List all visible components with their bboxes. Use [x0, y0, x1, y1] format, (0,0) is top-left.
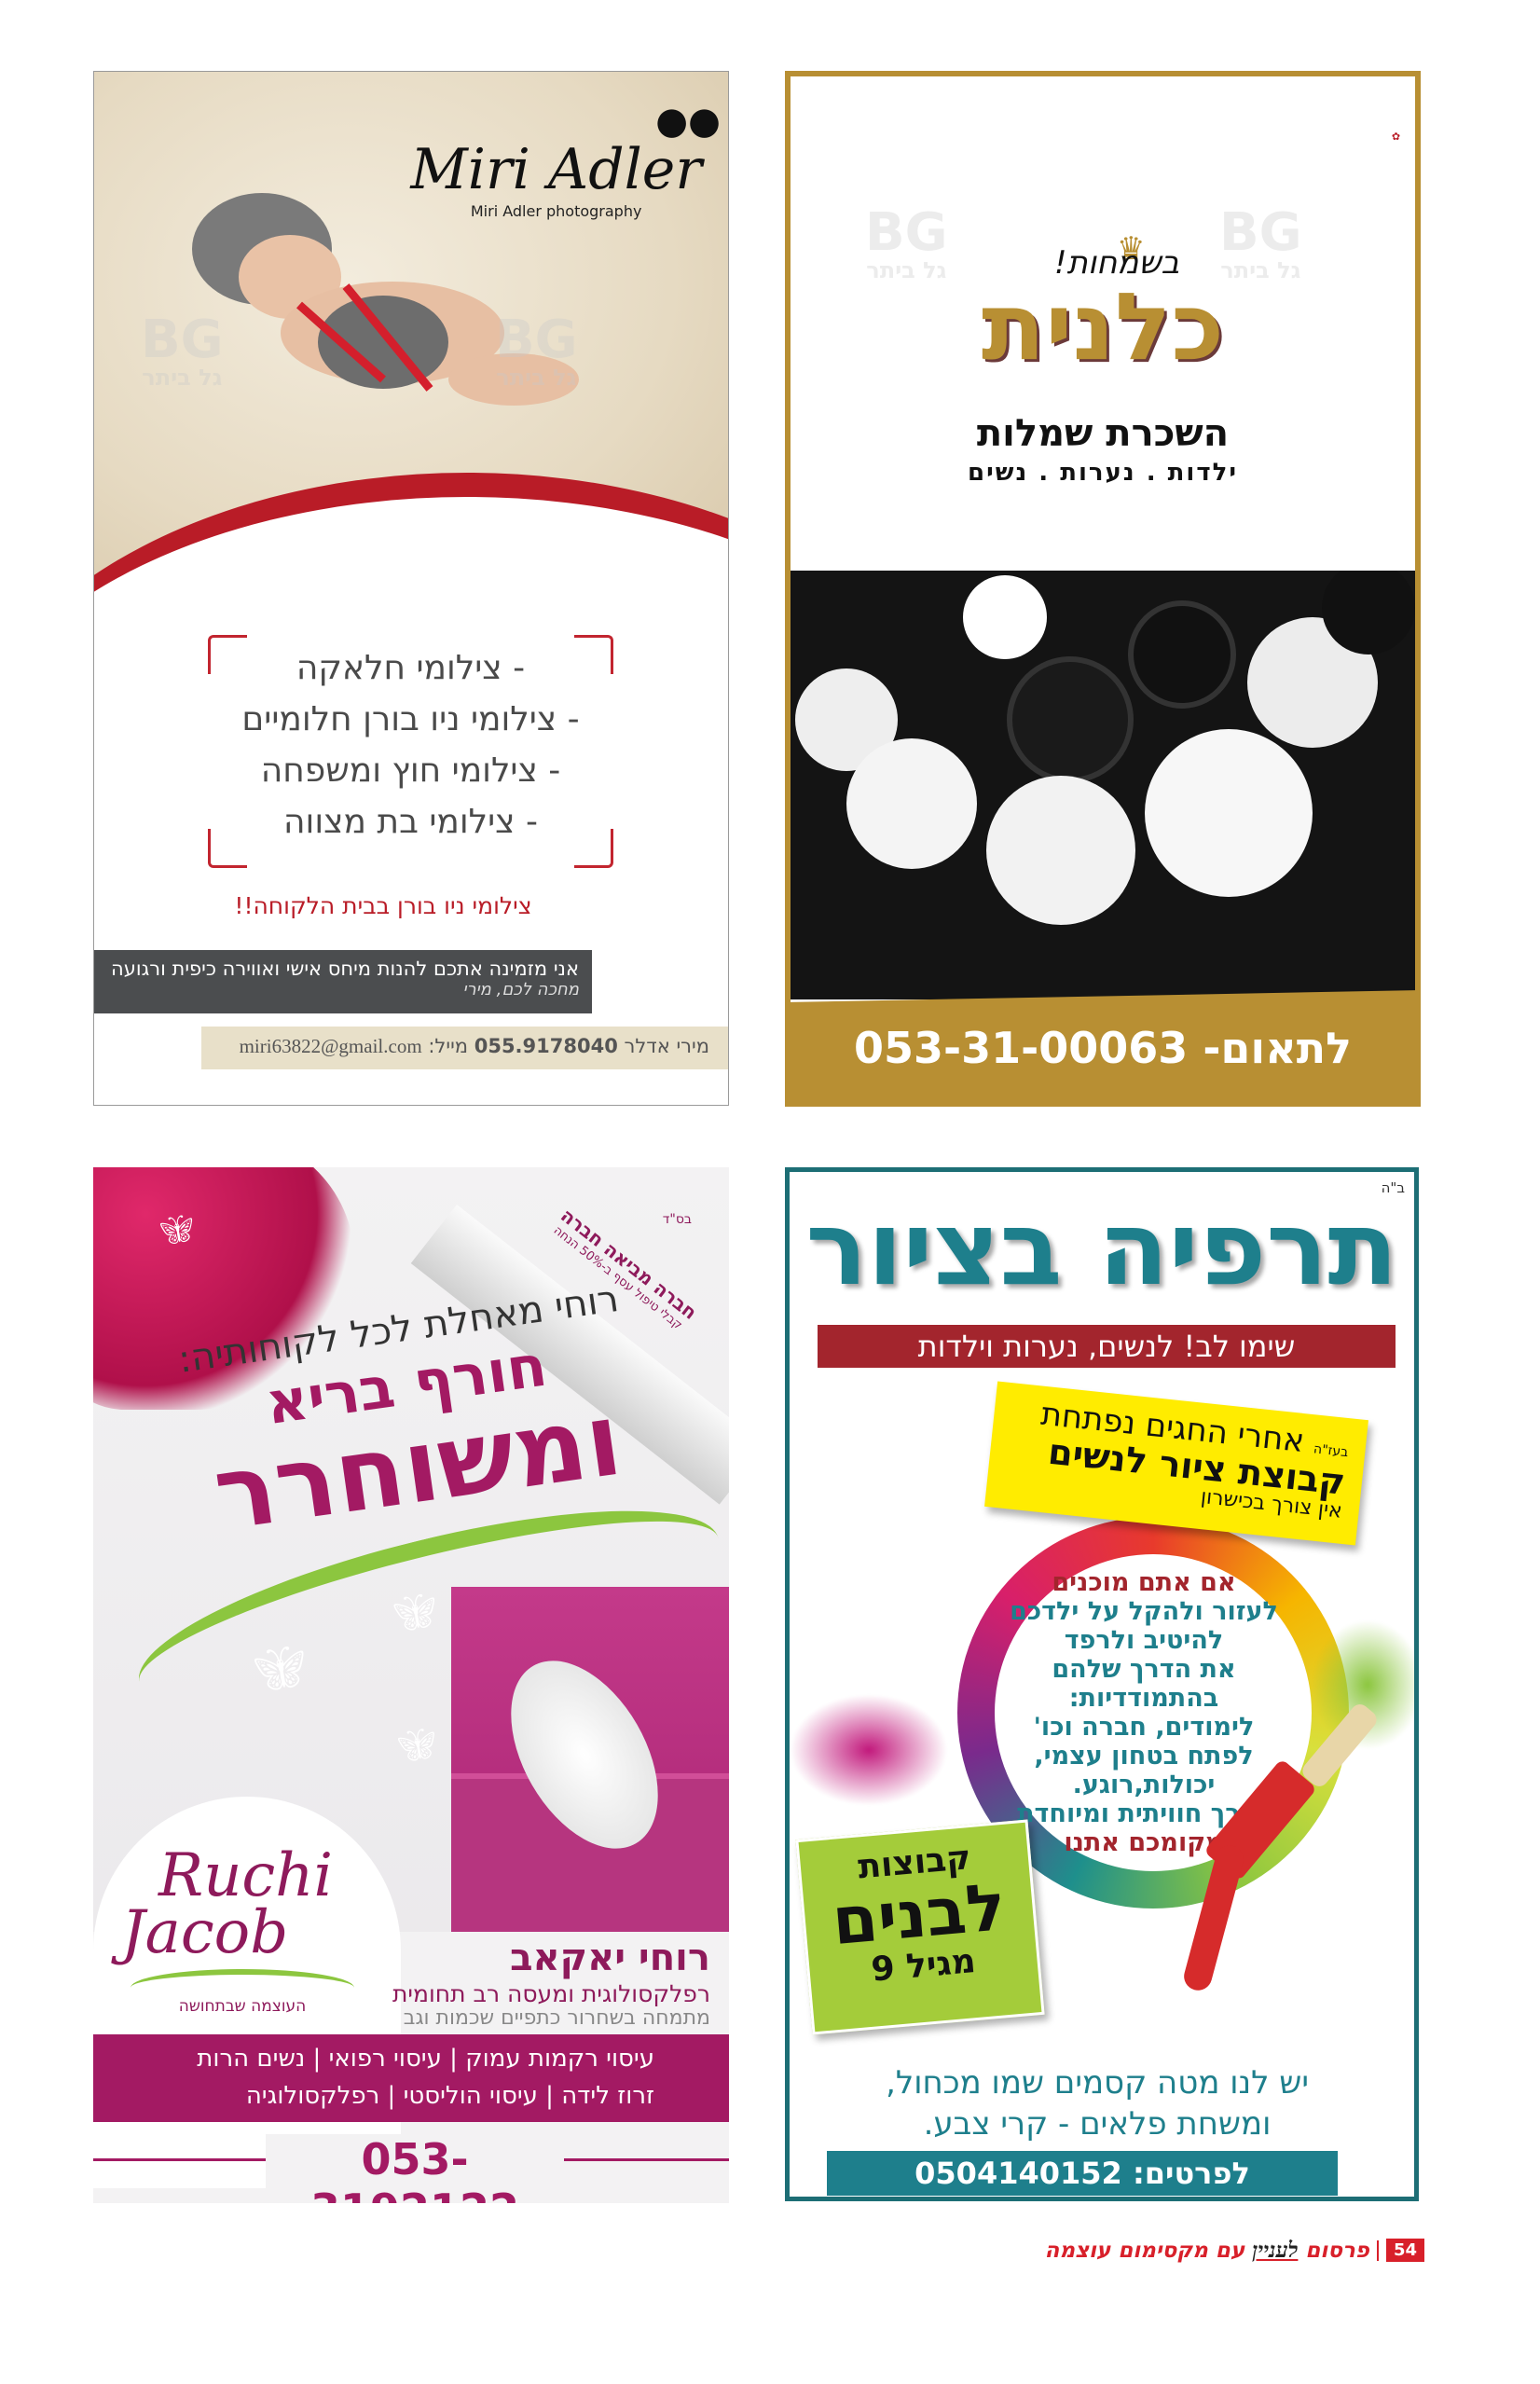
- email-label: מייל:: [428, 1035, 469, 1057]
- phone-number: 0504140152: [914, 2156, 1122, 2191]
- ad-art-therapy: ב"ה תרפיה בציור שימו לב! לנשים, נערות וי…: [785, 1167, 1419, 2201]
- ad-miri-adler-photography: Miri Adler Miri Adler photography ●● - צ…: [93, 71, 729, 1106]
- page-number: 54: [1385, 2239, 1424, 2262]
- service-item: - צילומי חלאקה: [296, 649, 526, 687]
- small-logo: ✿: [1390, 131, 1402, 143]
- service-item: - צילומי ניו בורן חלומיים: [241, 700, 580, 738]
- ad-subtitle-bar: שימו לב! לנשים, נערות וילדות: [818, 1325, 1396, 1368]
- bsd-mark: בס"ד: [662, 1212, 692, 1227]
- phone-number: 053-31-00063: [854, 1023, 1189, 1073]
- phone-label: לתאום-: [1203, 1023, 1352, 1073]
- dress-flowers-photo: [791, 561, 1415, 999]
- ad-subtitle: ילדות . נערות . נשים: [967, 459, 1238, 487]
- invitation-bar: אני מזמינה אתכם להנות מיחס אישי ואווירה …: [94, 950, 592, 1013]
- contact-bar: מירי אדלר 055.9178040 מייל: miri63822@gm…: [201, 1027, 728, 1069]
- butterfly-icon: 🦋︎: [158, 1214, 195, 1247]
- boys-group-note: קבוצות לבנים מגיל 9: [795, 1819, 1045, 2035]
- specialty: מתמחה בשחרור כתפיים שכמות וגב: [403, 2006, 710, 2030]
- footer-slogan: עם מקסימום עוצמה: [1044, 2238, 1245, 2263]
- butterfly-icon: 🦋︎: [252, 1643, 307, 1693]
- service-item: - צילומי חוץ ומשפחה: [260, 751, 561, 790]
- services-row: זרוז לידה | עיסוי הוליסטי | רפלקסולוגיה: [245, 2082, 654, 2110]
- email-address: miri63822@gmail.com: [239, 1035, 422, 1057]
- contact-line: לתאום- 053-31-00063: [791, 1023, 1415, 1073]
- ad-ruchi-jacob-reflexology: 🦋︎ חברה מביאה חברה קבלי טיפול עסף ב-50% …: [93, 1167, 729, 2203]
- flowers-illustration: [791, 561, 1415, 999]
- service-item: - צילומי בת מצווה: [283, 803, 538, 841]
- miri-adler-logo: Miri Adler Miri Adler photography: [410, 137, 702, 220]
- balloons-icon: ●●: [655, 100, 721, 143]
- butterfly-icon: 🦋︎: [392, 1592, 437, 1633]
- logo-subtitle: Miri Adler photography: [470, 202, 642, 220]
- contact-name: מירי אדלר: [624, 1035, 709, 1057]
- ruchi-jacob-logo: Ruchi Jacob: [121, 1841, 333, 1967]
- services-list: - צילומי חלאקה - צילומי ניו בורן חלומיים…: [208, 642, 613, 847]
- phone-number: 055.9178040: [474, 1035, 618, 1057]
- services-row: עיסוי רקמות עמוק | עיסוי רפואי | נשים הר…: [197, 2045, 654, 2073]
- invitation-text: אני מזמינה אתכם להנות מיחס אישי ואווירה …: [111, 958, 579, 980]
- paint-splash: [790, 1694, 948, 1806]
- footer-slogan: פרסום: [1305, 2238, 1369, 2263]
- logo-script: Miri Adler: [410, 137, 702, 202]
- highlight-text: צילומי ניו בורן בבית הלקוחה!!: [234, 892, 532, 919]
- page-footer: עם מקסימום עוצמה לעניין פרסום 54: [1045, 2238, 1424, 2263]
- women-group-note: בעז"ה אחרי החגים נפתחת קבוצת ציור לנשים …: [984, 1381, 1368, 1546]
- services-band: עיסוי רקמות עמוק | עיסוי רפואי | נשים הר…: [93, 2034, 729, 2122]
- divider: [1376, 2239, 1379, 2261]
- closing-text: יש לנו מטה קסמים שמו מכחול, ומשחת פלאים …: [886, 2064, 1309, 2143]
- details-label: לפרטים:: [1132, 2156, 1250, 2191]
- ad-kalanit-dress-rental: ✿ ♛ בשמחות! כלנית השכרת שמלות ילדות . נע…: [785, 71, 1421, 1107]
- butterfly-icon: 🦋︎: [396, 1727, 437, 1764]
- ad-title: השכרת שמלות: [976, 412, 1230, 455]
- ad-title: תרפיה בציור: [805, 1189, 1398, 1308]
- footer-slogan-script: לעניין: [1252, 2238, 1299, 2263]
- profession: רפלקסולוגית ומעסה רב תחומית: [392, 1980, 710, 2007]
- details-bar: לפרטים: 0504140152: [827, 2151, 1338, 2196]
- signature: מחכה לכם, מירי: [462, 980, 579, 999]
- phone-number: 053-3192122: [266, 2134, 564, 2203]
- kalanit-logo: כלנית: [981, 272, 1225, 381]
- logo-tagline: העוצמה שבתחושה: [178, 1997, 307, 2016]
- therapist-name: רוחי יאקאב: [510, 1936, 710, 1979]
